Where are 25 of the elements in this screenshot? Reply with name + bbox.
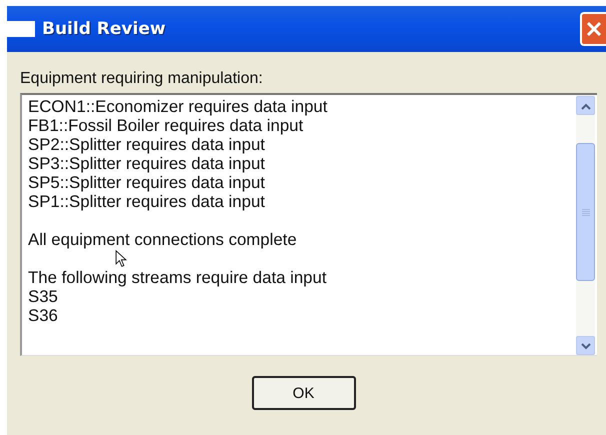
- scroll-thumb[interactable]: [576, 143, 595, 281]
- list-line: All equipment connections complete: [28, 230, 297, 249]
- window-title: Build Review: [42, 19, 166, 39]
- close-icon: [586, 21, 602, 37]
- list-line: SP5::Splitter requires data input: [28, 173, 265, 192]
- list-line: The following streams require data input: [28, 268, 326, 287]
- list-line: SP3::Splitter requires data input: [28, 154, 265, 173]
- grip-icon: [582, 208, 590, 216]
- chevron-down-icon: [580, 342, 592, 350]
- scroll-up-button[interactable]: [576, 96, 595, 115]
- ok-button[interactable]: OK: [252, 376, 356, 410]
- list-line: ECON1::Economizer requires data input: [28, 97, 328, 116]
- chevron-up-icon: [580, 102, 592, 110]
- list-line: SP1::Splitter requires data input: [28, 192, 265, 211]
- list-line: FB1::Fossil Boiler requires data input: [28, 116, 304, 135]
- list-line: S36: [28, 306, 58, 325]
- list-label: Equipment requiring manipulation:: [20, 70, 264, 89]
- close-button[interactable]: [580, 12, 606, 46]
- list-line: SP2::Splitter requires data input: [28, 135, 265, 154]
- scroll-down-button[interactable]: [576, 336, 595, 355]
- mouse-pointer-icon: [115, 250, 127, 268]
- scrollbar[interactable]: [576, 95, 595, 355]
- list-line: S35: [28, 287, 58, 306]
- message-list[interactable]: [20, 93, 597, 356]
- window-icon: [7, 20, 35, 38]
